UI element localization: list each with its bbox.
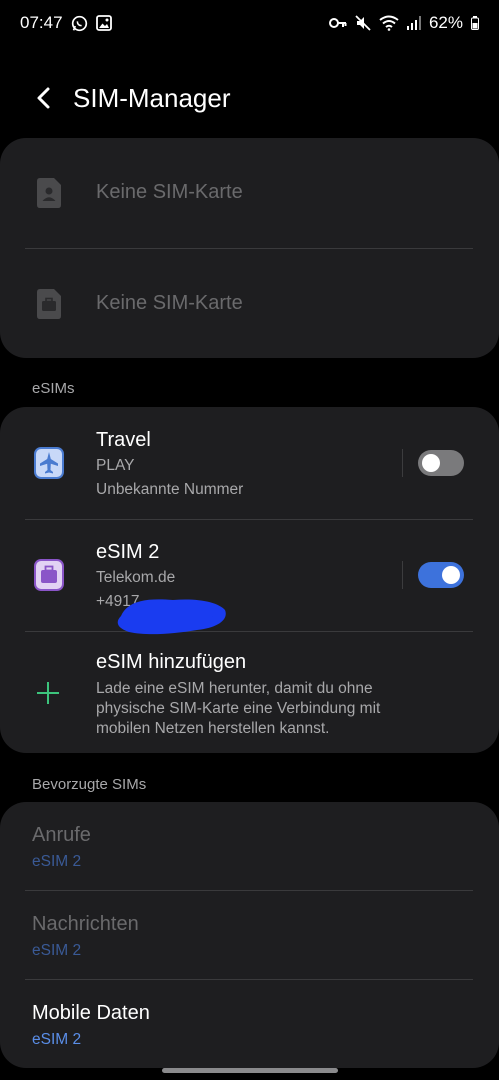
status-time: 07:47 bbox=[20, 13, 63, 32]
page-title: SIM-Manager bbox=[73, 82, 231, 113]
preferred-sims-card: Anrufe eSIM 2 Nachrichten eSIM 2 Mobile … bbox=[0, 802, 499, 1068]
esim-name: eSIM 2 bbox=[96, 541, 160, 563]
wifi-icon bbox=[379, 15, 399, 31]
sim-label: Keine SIM-Karte bbox=[96, 181, 243, 203]
esim2-toggle[interactable] bbox=[418, 562, 464, 588]
esim-name: Travel bbox=[96, 429, 151, 451]
vertical-divider bbox=[402, 449, 403, 477]
status-left: 07:47 bbox=[20, 13, 112, 33]
plus-icon bbox=[37, 682, 59, 704]
battery-icon bbox=[471, 16, 479, 30]
preferred-section-title: Bevorzugte SIMs bbox=[32, 776, 147, 793]
toggle-knob bbox=[442, 566, 460, 584]
pref-label: Anrufe bbox=[32, 824, 91, 846]
key-icon bbox=[328, 17, 347, 29]
gallery-icon bbox=[95, 15, 112, 31]
battery-percent: 62% bbox=[428, 13, 463, 32]
pref-mobile-data[interactable]: Mobile Daten eSIM 2 bbox=[0, 980, 499, 1068]
physical-sim-2: Keine SIM-Karte bbox=[0, 248, 499, 358]
toggle-knob bbox=[422, 454, 440, 472]
status-bar: 07:47 62% bbox=[0, 0, 499, 46]
esim-travel-toggle[interactable] bbox=[418, 450, 464, 476]
add-esim-item[interactable]: eSIM hinzufügen Lade eine eSIM herunter,… bbox=[0, 631, 499, 753]
signal-icon bbox=[406, 16, 421, 30]
physical-sim-1: Keine SIM-Karte bbox=[0, 138, 499, 248]
esim-item-esim2[interactable]: eSIM 2 Telekom.de +4917 bbox=[0, 519, 499, 631]
sim-briefcase-icon bbox=[37, 289, 61, 319]
pref-value: eSIM 2 bbox=[32, 942, 82, 959]
add-esim-description: Lade eine eSIM herunter, damit du ohne p… bbox=[96, 680, 381, 737]
whatsapp-icon bbox=[71, 15, 88, 32]
pref-label: Mobile Daten bbox=[32, 1002, 150, 1024]
pref-calls: Anrufe eSIM 2 bbox=[0, 802, 499, 890]
physical-sims-card: Keine SIM-Karte Keine SIM-Karte bbox=[0, 138, 499, 358]
esim-number: Unbekannte Nummer bbox=[96, 481, 244, 498]
add-esim-title: eSIM hinzufügen bbox=[96, 651, 247, 673]
esim-carrier: PLAY bbox=[96, 457, 135, 474]
pref-messages: Nachrichten eSIM 2 bbox=[0, 891, 499, 979]
esims-card: Travel PLAY Unbekannte Nummer eSIM 2 Tel… bbox=[0, 407, 499, 753]
pref-label: Nachrichten bbox=[32, 913, 139, 935]
vertical-divider bbox=[402, 561, 403, 589]
back-button[interactable] bbox=[24, 78, 64, 118]
sim-label: Keine SIM-Karte bbox=[96, 292, 243, 314]
app-header: SIM-Manager bbox=[0, 78, 499, 118]
esim-item-travel[interactable]: Travel PLAY Unbekannte Nummer bbox=[0, 407, 499, 519]
mute-icon bbox=[355, 15, 371, 31]
pref-value: eSIM 2 bbox=[32, 853, 82, 870]
back-arrow-icon bbox=[37, 87, 50, 109]
esim-carrier: Telekom.de bbox=[96, 569, 176, 586]
sim-person-icon bbox=[37, 178, 61, 208]
pref-value: eSIM 2 bbox=[32, 1031, 82, 1048]
briefcase-icon bbox=[34, 559, 64, 591]
redaction-scribble bbox=[117, 599, 226, 635]
esims-section-title: eSIMs bbox=[32, 380, 75, 397]
home-indicator[interactable] bbox=[162, 1068, 338, 1073]
airplane-icon bbox=[34, 447, 64, 479]
status-right: 62% bbox=[328, 13, 479, 33]
